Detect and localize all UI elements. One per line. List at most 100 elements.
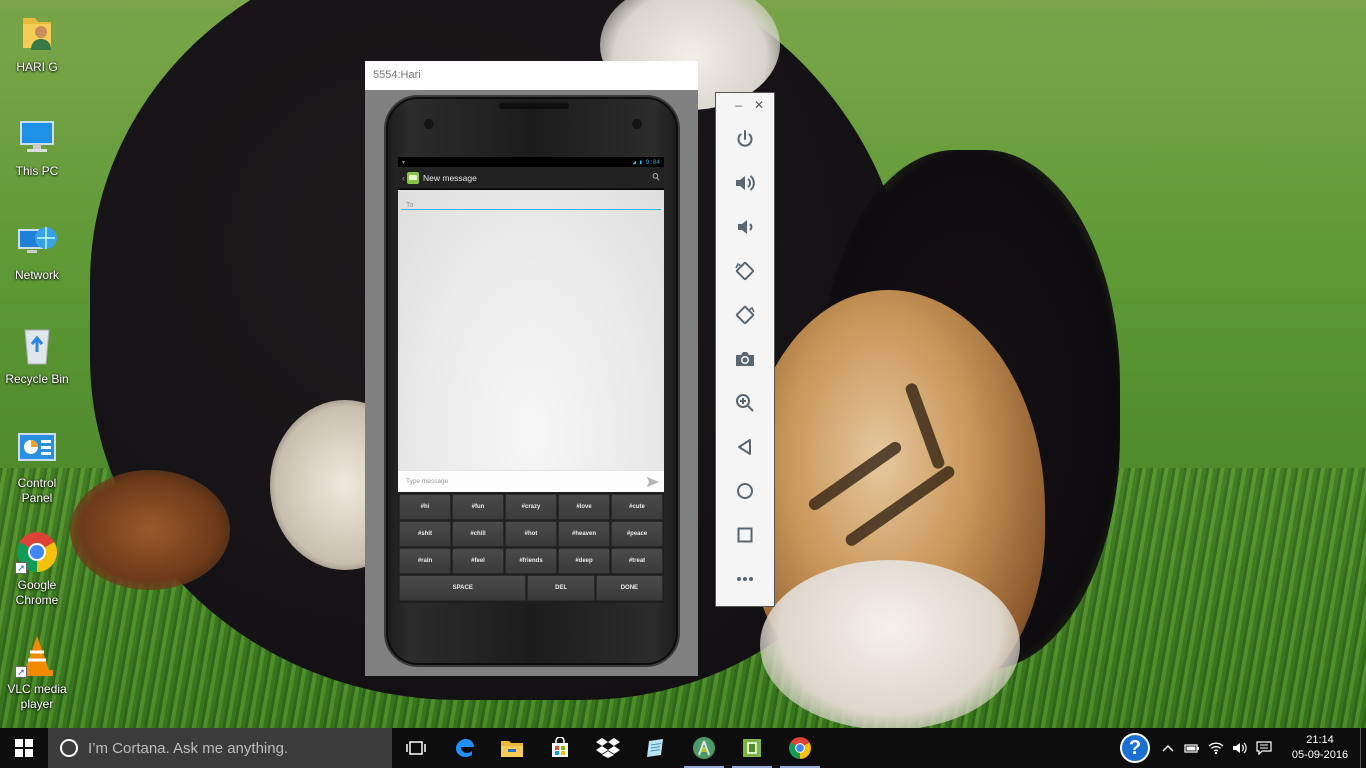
recipient-input[interactable]	[401, 198, 661, 213]
back-icon	[738, 439, 751, 455]
emulator-window-title[interactable]: 5554:Hari	[365, 61, 698, 90]
key-hashtag[interactable]: #feel	[452, 548, 504, 574]
action-center-button[interactable]	[1252, 728, 1276, 768]
volume-down-button[interactable]	[716, 205, 774, 249]
key-hashtag[interactable]: #cute	[611, 494, 663, 520]
screenshot-button[interactable]	[716, 337, 774, 381]
key-hashtag[interactable]: #hi	[399, 494, 451, 520]
home-button[interactable]	[716, 469, 774, 513]
edge-button[interactable]	[440, 728, 488, 768]
desktop-icon-user-folder[interactable]: HARI G	[0, 12, 74, 75]
app-action-bar: ‹ New message ⚲	[398, 167, 664, 189]
task-view-button[interactable]	[392, 728, 440, 768]
taskbar-clock[interactable]: 21:14 05-09-2016	[1284, 733, 1356, 763]
key-hashtag[interactable]: #heaven	[558, 521, 610, 547]
notification-icon	[1256, 741, 1272, 755]
send-icon[interactable]	[642, 471, 664, 493]
show-hidden-icons-button[interactable]	[1156, 728, 1180, 768]
camera-icon	[736, 352, 754, 366]
toolbar-window-controls: – ✕	[716, 93, 774, 117]
wifi-tray-button[interactable]	[1204, 728, 1228, 768]
phone-screen[interactable]: ▾ ◢ ▮ 9:04 ‹ New message ⚲ To Type messa…	[398, 157, 664, 603]
wallpaper-puppy-tan	[70, 470, 230, 590]
key-hashtag[interactable]: #peace	[611, 521, 663, 547]
compose-area	[398, 190, 664, 490]
edge-icon	[456, 739, 474, 757]
battery-charging-icon	[1184, 744, 1199, 753]
cortana-icon	[60, 739, 78, 757]
file-explorer-button[interactable]	[488, 728, 536, 768]
volume-up-icon	[736, 175, 755, 191]
message-compose-bar	[398, 470, 664, 492]
desktop-icon-vlc[interactable]: ↗ VLC media player	[0, 634, 74, 712]
desktop-icon-label: HARI G	[16, 60, 58, 74]
system-tray: ? 21:14 05-09-2016	[1120, 728, 1366, 768]
power-tray-button[interactable]	[1180, 728, 1204, 768]
minimize-button[interactable]: –	[735, 98, 742, 112]
show-desktop-button[interactable]	[1360, 728, 1366, 768]
key-hashtag[interactable]: #fun	[452, 494, 504, 520]
phone-front-camera	[632, 119, 642, 129]
home-icon	[737, 483, 753, 499]
power-button[interactable]	[716, 117, 774, 161]
back-button[interactable]	[716, 425, 774, 469]
rotate-left-button[interactable]	[716, 249, 774, 293]
key-hashtag[interactable]: #crazy	[505, 494, 557, 520]
store-button[interactable]	[536, 728, 584, 768]
battery-icon: ▮	[638, 158, 643, 166]
recipient-field[interactable]	[401, 194, 661, 213]
close-button[interactable]: ✕	[754, 98, 764, 112]
recycle-bin-icon	[15, 324, 59, 368]
desktop-icon-label: Google Chrome	[15, 578, 59, 607]
user-folder-icon	[15, 12, 59, 56]
desktop-icon-this-pc[interactable]: This PC	[0, 116, 74, 179]
desktop-icon-label: VLC media player	[7, 682, 67, 711]
shortcut-arrow-icon: ↗	[15, 666, 27, 678]
keyboard-row: #shit #chill #hot #heaven #peace	[399, 521, 663, 547]
computer-icon	[15, 116, 59, 160]
desktop-icon-recycle-bin[interactable]: Recycle Bin	[0, 324, 74, 387]
key-hashtag[interactable]: #chill	[452, 521, 504, 547]
key-hashtag[interactable]: #rain	[399, 548, 451, 574]
cortana-search-box[interactable]	[48, 728, 392, 768]
chrome-taskbar-button[interactable]	[776, 728, 824, 768]
desktop-icon-network[interactable]: Network	[0, 220, 74, 283]
volume-up-button[interactable]	[716, 161, 774, 205]
more-button[interactable]	[716, 557, 774, 601]
notepad-button[interactable]	[632, 728, 680, 768]
key-hashtag[interactable]: #treat	[611, 548, 663, 574]
done-key[interactable]: DONE	[595, 575, 663, 601]
key-hashtag[interactable]: #deep	[558, 548, 610, 574]
delete-key[interactable]: DEL	[527, 575, 595, 601]
key-hashtag[interactable]: #friends	[505, 548, 557, 574]
dropbox-button[interactable]	[584, 728, 632, 768]
desktop-icon-control-panel[interactable]: Control Panel	[0, 428, 74, 506]
cortana-search-input[interactable]	[88, 739, 378, 757]
desktop-icon-google-chrome[interactable]: ↗ Google Chrome	[0, 530, 74, 608]
message-input[interactable]	[398, 472, 642, 491]
task-view-icon	[406, 741, 426, 755]
phone-frame: ▾ ◢ ▮ 9:04 ‹ New message ⚲ To Type messa…	[384, 95, 680, 667]
emulator-toolbar: – ✕	[715, 92, 775, 607]
volume-tray-button[interactable]	[1228, 728, 1252, 768]
emulator-window[interactable]: 5554:Hari ▾ ◢ ▮ 9:04 ‹ New message ⚲ To …	[365, 61, 698, 676]
key-hashtag[interactable]: #shit	[399, 521, 451, 547]
key-hashtag[interactable]: #hot	[505, 521, 557, 547]
android-studio-button[interactable]	[680, 728, 728, 768]
app-title: New message	[423, 172, 477, 183]
messaging-app-icon[interactable]	[407, 171, 419, 184]
vlc-icon: ↗	[15, 634, 59, 678]
android-status-bar: ▾ ◢ ▮ 9:04	[398, 157, 664, 167]
space-key[interactable]: SPACE	[399, 575, 527, 601]
overview-button[interactable]	[716, 513, 774, 557]
wifi-icon	[1208, 742, 1224, 755]
rotate-right-button[interactable]	[716, 293, 774, 337]
control-panel-icon	[15, 428, 59, 472]
rotate-right-icon	[735, 305, 755, 325]
help-icon[interactable]: ?	[1120, 733, 1150, 763]
zoom-button[interactable]	[716, 381, 774, 425]
start-button[interactable]	[0, 728, 48, 768]
key-hashtag[interactable]: #love	[558, 494, 610, 520]
more-icon	[737, 577, 753, 581]
bluestacks-button[interactable]	[728, 728, 776, 768]
